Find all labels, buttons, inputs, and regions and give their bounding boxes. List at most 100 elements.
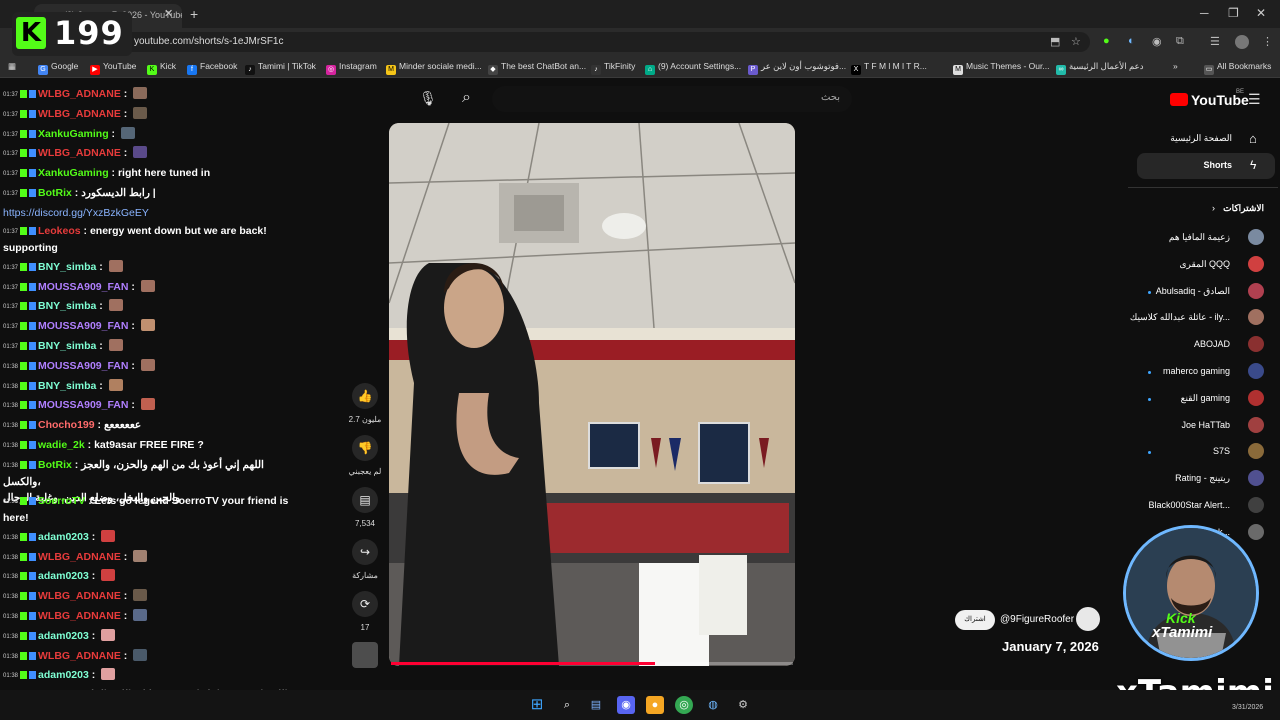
tab-close-icon[interactable]: ✕: [164, 7, 173, 20]
dislike-icon[interactable]: 👎: [352, 435, 378, 461]
chat-username[interactable]: BNY_simba: [38, 300, 96, 312]
subscription-channel[interactable]: Joe HaTTab: [1181, 420, 1230, 430]
file-explorer-icon[interactable]: ▤: [587, 696, 605, 714]
chat-username[interactable]: MOUSSA909_FAN: [38, 281, 128, 293]
chat-username[interactable]: XankuGaming: [38, 128, 109, 140]
app-icon[interactable]: ●: [646, 696, 664, 714]
shorts-video[interactable]: [389, 123, 795, 666]
subscription-channel[interactable]: Black000Star Alert...: [1148, 500, 1230, 510]
chat-username[interactable]: MOUSSA909_FAN: [38, 399, 128, 411]
close-window-icon[interactable]: ✕: [1256, 6, 1266, 20]
bookmark-minder[interactable]: M Minder sociale medi...: [386, 61, 482, 75]
extensions-puzzle-icon[interactable]: ⧉: [1176, 35, 1184, 48]
subscription-channel[interactable]: القنع gaming: [1181, 393, 1230, 404]
chat-username[interactable]: MOUSSA909_FAN: [38, 320, 128, 332]
chat-username[interactable]: WLBG_ADNANE: [38, 147, 121, 159]
channel-name[interactable]: @9FigureRoofer: [1000, 614, 1074, 625]
bookmark-facebook[interactable]: f Facebook: [187, 61, 237, 75]
bookmark-google[interactable]: G Google: [38, 61, 78, 75]
apps-grid-icon[interactable]: ▦: [8, 61, 16, 72]
chat-username[interactable]: SoerroTV: [38, 495, 85, 507]
subscription-channel[interactable]: عائلة عبدالله كلاسيك - ily...: [1130, 312, 1230, 323]
subscription-channel[interactable]: S7S: [1213, 446, 1230, 456]
chat-username[interactable]: BNY_simba: [38, 380, 96, 392]
bookmark-instagram[interactable]: ◎ Instagram: [326, 61, 377, 75]
chat-username[interactable]: Leokeos: [38, 225, 81, 237]
chat-username[interactable]: BNY_simba: [38, 340, 96, 352]
search-input[interactable]: بحث: [492, 86, 852, 112]
chat-username[interactable]: Chocho199: [38, 419, 95, 431]
extension-icon[interactable]: ◉: [1152, 35, 1162, 48]
chat-username[interactable]: WLBG_ADNANE: [38, 88, 121, 100]
channel-avatar[interactable]: [1076, 607, 1100, 631]
bookmark-kick[interactable]: K Kick: [147, 61, 176, 75]
windows-start-icon[interactable]: ⊞: [528, 696, 546, 714]
chat-username[interactable]: adam0203: [38, 570, 89, 582]
all-bookmarks[interactable]: ▭ All Bookmarks: [1204, 61, 1271, 75]
chat-username[interactable]: adam0203: [38, 669, 89, 681]
bookmark-chatbot[interactable]: ◆ The best ChatBot an...: [488, 61, 586, 75]
bookmark-x[interactable]: XT F M l M l T R...: [851, 61, 927, 75]
chat-username[interactable]: WLBG_ADNANE: [38, 590, 121, 602]
extension-icon[interactable]: ●: [1103, 35, 1110, 47]
discord-icon[interactable]: ◉: [617, 696, 635, 714]
profile-avatar[interactable]: [1235, 35, 1249, 49]
chat-link[interactable]: https://discord.gg/YxzBzkGeEY: [3, 205, 300, 221]
bookmark-tikfinity[interactable]: ♪ TikFinity: [591, 61, 635, 75]
chrome-icon[interactable]: ◎: [675, 696, 693, 714]
taskbar-search-icon[interactable]: ⌕: [558, 696, 576, 714]
channel-avatar[interactable]: [1248, 497, 1264, 513]
chat-username[interactable]: BotRix: [38, 459, 72, 471]
bookmark-business[interactable]: ∞ دعم الأعمال الرئيسية: [1056, 61, 1143, 75]
bookmarks-overflow-icon[interactable]: »: [1173, 61, 1178, 71]
sidebar-shorts[interactable]: Shorts: [1203, 160, 1232, 170]
tab-search-icon[interactable]: ☰: [1210, 35, 1220, 48]
menu-icon[interactable]: ☰: [1248, 91, 1261, 108]
channel-thumbnail[interactable]: [352, 642, 378, 668]
minimize-icon[interactable]: ─: [1200, 6, 1209, 20]
like-icon[interactable]: 👍: [352, 383, 378, 409]
channel-avatar[interactable]: [1248, 363, 1264, 379]
bookmark-youtube[interactable]: ▶ YouTube: [90, 61, 136, 75]
channel-avatar[interactable]: [1248, 309, 1264, 326]
app-icon[interactable]: ◍: [704, 696, 722, 714]
channel-avatar[interactable]: [1248, 470, 1264, 487]
comment-icon[interactable]: ▤: [352, 487, 378, 513]
channel-avatar[interactable]: [1248, 416, 1264, 433]
youtube-logo-icon[interactable]: [1170, 93, 1188, 106]
address-bar[interactable]: youtube.com/shorts/s-1eJMrSF1c: [110, 32, 1090, 52]
channel-avatar[interactable]: [1248, 336, 1264, 353]
channel-avatar[interactable]: [1248, 255, 1264, 272]
chat-username[interactable]: MOUSSA909_FAN: [38, 360, 128, 372]
chat-username[interactable]: adam0203: [38, 630, 89, 642]
subscription-channel[interactable]: ABOJAD: [1194, 339, 1230, 349]
chat-username[interactable]: adam0203: [38, 531, 89, 543]
chat-username[interactable]: WLBG_ADNANE: [38, 610, 121, 622]
chat-username[interactable]: wadie_2k: [38, 439, 85, 451]
bookmark-tiktok[interactable]: ♪ Tamimi | TikTok: [245, 61, 316, 75]
settings-gear-icon[interactable]: ⚙: [734, 696, 752, 714]
chat-username[interactable]: WLBG_ADNANE: [38, 650, 121, 662]
maximize-icon[interactable]: ❐: [1228, 6, 1239, 20]
sidebar-home[interactable]: الصفحة الرئيسية: [1170, 133, 1232, 144]
new-tab-icon[interactable]: +: [190, 6, 198, 22]
remix-icon[interactable]: ⟳: [352, 591, 378, 617]
menu-kebab-icon[interactable]: ⋮: [1262, 35, 1273, 48]
chat-username[interactable]: XankuGaming: [38, 167, 109, 179]
chat-username[interactable]: BotRix: [38, 187, 72, 199]
chat-username[interactable]: WLBG_ADNANE: [38, 551, 121, 563]
subscription-channel[interactable]: maherco gaming: [1163, 366, 1230, 376]
subscription-channel[interactable]: المقرى QQQ: [1179, 259, 1230, 270]
install-icon[interactable]: ⬒: [1050, 35, 1060, 48]
channel-avatar[interactable]: [1248, 443, 1264, 460]
share-icon[interactable]: ↪: [352, 539, 378, 565]
bookmark-music-themes[interactable]: M Music Themes - Our...: [953, 61, 1049, 75]
subscription-channel[interactable]: زعيمة المافيا هم: [1169, 232, 1230, 243]
voice-search-icon[interactable]: 🎙: [418, 90, 438, 110]
bookmark-account-settings[interactable]: ⌂ (9) Account Settings...: [645, 61, 741, 75]
bookmark-star-icon[interactable]: ☆: [1071, 35, 1081, 48]
subscription-channel[interactable]: Abulsadiq - الصادق: [1156, 286, 1230, 297]
search-icon[interactable]: ⌕: [462, 89, 471, 107]
channel-avatar[interactable]: [1248, 389, 1264, 406]
channel-avatar[interactable]: [1248, 282, 1264, 299]
